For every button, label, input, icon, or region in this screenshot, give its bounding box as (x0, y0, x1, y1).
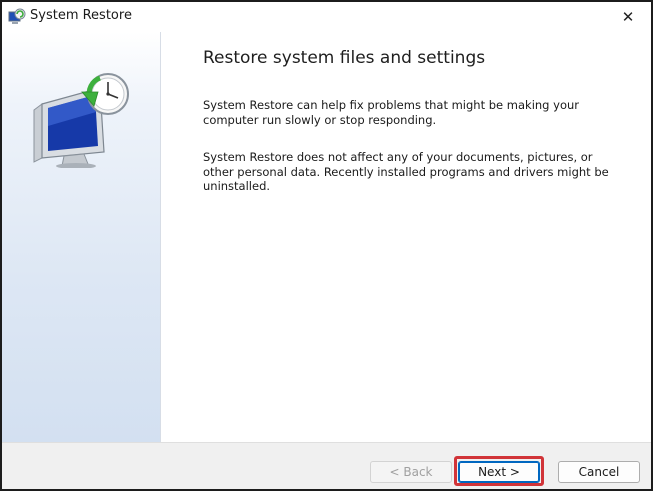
wizard-sidebar (2, 32, 160, 442)
back-button[interactable]: < Back (370, 461, 452, 483)
description-paragraph-1: System Restore can help fix problems tha… (203, 98, 579, 127)
system-restore-icon (8, 8, 26, 24)
description-paragraph-2: System Restore does not affect any of yo… (203, 150, 609, 193)
wizard-content: Restore system files and settings System… (161, 32, 651, 442)
wizard-footer: < Back Next > Cancel (2, 442, 651, 489)
title-bar: System Restore ✕ (2, 2, 651, 32)
close-icon: ✕ (621, 8, 635, 26)
window-title: System Restore (30, 8, 132, 23)
cancel-button[interactable]: Cancel (558, 461, 640, 483)
next-button[interactable]: Next > (458, 461, 540, 483)
page-title: Restore system files and settings (203, 48, 486, 68)
system-restore-monitor-clock-icon (33, 73, 129, 168)
next-button-label: Next > (478, 465, 520, 479)
close-button[interactable]: ✕ (605, 2, 651, 32)
system-restore-window: System Restore ✕ Restore system files an… (0, 0, 653, 491)
